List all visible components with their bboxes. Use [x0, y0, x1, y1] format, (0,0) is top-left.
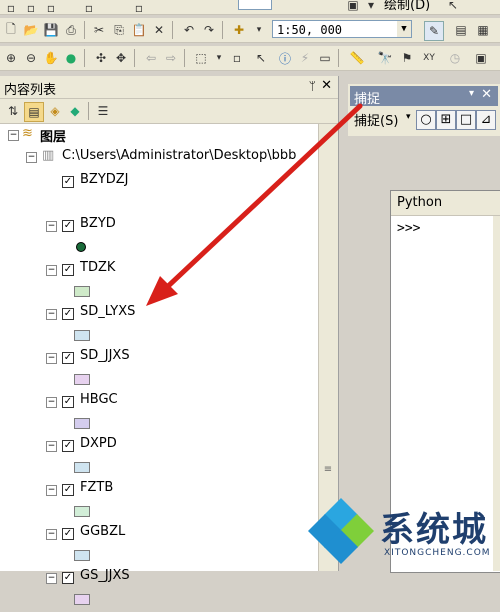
layer-item[interactable]: − ✓ GS_JJXS: [0, 568, 318, 612]
annotation-arrow-shaft: [161, 103, 363, 293]
watermark-url: XITONGCHENG.COM: [384, 548, 491, 558]
annotation-arrow: [146, 103, 363, 306]
watermark-logo-icon: [308, 498, 374, 564]
collapse-icon[interactable]: −: [46, 573, 57, 584]
watermark-name: 系统城: [380, 510, 488, 550]
watermark: 系统城 XITONGCHENG.COM: [306, 496, 500, 568]
layer-symbol-swatch[interactable]: [74, 594, 90, 605]
layer-visibility-checkbox[interactable]: ✓: [62, 572, 74, 584]
